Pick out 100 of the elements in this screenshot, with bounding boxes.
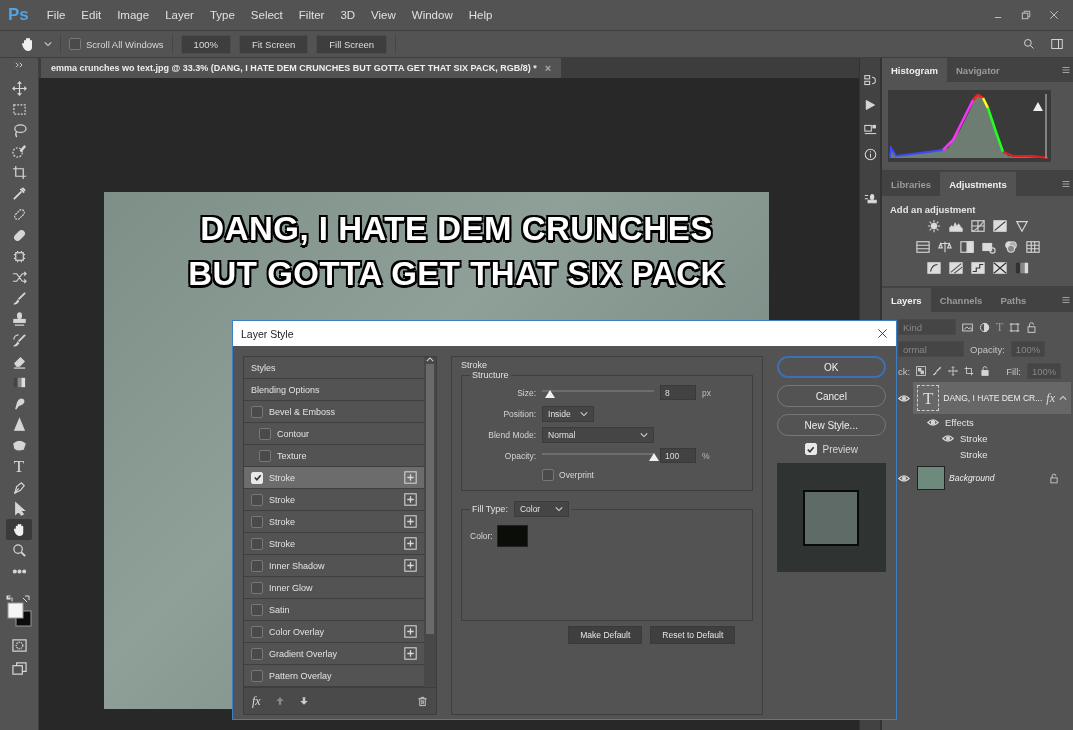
menu-item[interactable]: 3D [332,9,364,21]
play-icon[interactable] [864,99,876,111]
slider-thumb[interactable] [544,389,555,398]
eye-icon[interactable] [942,433,954,443]
dialog-button[interactable]: New Style... [776,414,886,436]
crop-icon[interactable] [964,366,975,376]
curve-grid-icon[interactable] [970,219,985,233]
slider-thumb[interactable] [649,452,660,461]
fx-button[interactable]: fx [252,693,261,709]
panel-tab[interactable]: Adjustments [940,172,1016,196]
shape-filter-icon[interactable] [1009,321,1021,333]
layer-row[interactable]: Background [913,462,1071,494]
slash-square-icon[interactable] [926,261,941,275]
lock-icon[interactable] [1026,321,1038,333]
half-square-icon[interactable] [959,240,974,254]
menu-item[interactable]: Help [460,9,501,21]
properties-icon[interactable] [863,123,877,136]
zoom-icon[interactable] [11,543,27,558]
panel-tab[interactable]: Channels [930,288,992,312]
checkbox[interactable] [251,537,263,550]
clone-source-icon[interactable] [863,193,877,206]
plus-icon[interactable] [404,647,418,660]
caret-up-icon[interactable] [426,357,435,362]
checkbox[interactable] [542,469,555,481]
panel-tab[interactable]: Libraries [882,172,941,196]
checkbox[interactable] [251,581,263,594]
plus-icon[interactable] [404,471,418,484]
eyedropper-icon[interactable] [11,186,27,201]
dialog-button[interactable]: Cancel [776,385,886,407]
style-item[interactable]: Stroke [244,489,425,511]
scales-icon[interactable] [937,240,952,254]
blend-mode-dropdown[interactable]: Normal [542,426,655,443]
zoom-button[interactable]: Fill Screen [316,34,388,54]
color-swatch[interactable] [496,525,528,547]
style-item[interactable]: Styles [244,357,425,379]
panel-menu-icon[interactable] [1062,66,1070,74]
pen-icon[interactable] [11,480,27,495]
bandage-icon[interactable] [11,207,27,222]
menu-item[interactable]: Edit [73,9,110,21]
eraser-icon[interactable] [11,354,27,369]
menu-item[interactable]: View [363,9,404,21]
menu-item[interactable]: Type [201,9,243,21]
panel-tab[interactable]: Histogram [882,58,947,82]
search-icon[interactable] [1023,38,1035,50]
lasso-icon[interactable] [11,123,27,138]
triangle-icon[interactable] [1014,219,1029,233]
panel-menu-icon[interactable] [1062,180,1070,188]
style-item[interactable]: Color Overlay [244,621,425,643]
close-icon[interactable] [877,328,888,339]
eye-icon[interactable] [898,473,910,483]
menu-item[interactable]: File [38,9,74,21]
stamp-icon[interactable] [11,312,27,327]
panel-tab[interactable]: Navigator [947,58,1009,82]
sun-icon[interactable] [926,219,941,233]
history-icon[interactable] [863,74,877,87]
style-item[interactable]: Satin [244,599,425,621]
plus-icon[interactable] [404,537,418,550]
tool-slot[interactable]: T [6,456,32,477]
default-button[interactable]: Make Default [568,626,643,644]
style-item[interactable]: Stroke [244,467,425,489]
camera-icon[interactable] [981,240,996,254]
style-item[interactable]: Inner Glow [244,577,425,599]
circles-icon[interactable] [1003,240,1018,254]
checkbox[interactable] [251,603,263,616]
eye-icon[interactable] [898,393,910,403]
style-item[interactable]: Contour [244,423,425,445]
plus-icon[interactable] [404,559,418,572]
checkbox[interactable] [251,625,263,638]
info-icon[interactable] [863,148,877,161]
style-item[interactable]: Texture [244,445,425,467]
chip-icon[interactable] [11,249,27,264]
scrollbar-thumb[interactable] [426,364,435,634]
panel-menu-icon[interactable] [1062,296,1070,304]
image-filter-icon[interactable] [962,321,973,333]
menu-item[interactable]: Select [242,9,291,21]
position-dropdown[interactable]: Inside [542,405,595,422]
x-square-icon[interactable] [992,261,1007,275]
panel-tab[interactable]: Layers [882,288,931,312]
shuffle-icon[interactable] [11,270,27,285]
eye-icon[interactable] [927,417,939,427]
plus-icon[interactable] [404,515,418,528]
layer-row[interactable]: T DANG, I HATE DEM CR... fx [913,382,1071,414]
gradient-square-icon[interactable] [1014,261,1029,275]
triangle-icon[interactable] [11,417,27,432]
fill-type-dropdown[interactable]: Color [513,501,569,517]
striped-square-icon[interactable] [948,261,963,275]
checkbox[interactable] [251,647,263,660]
menu-item[interactable]: Window [403,9,461,21]
checkbox[interactable] [251,405,263,418]
move-icon[interactable] [948,366,959,376]
style-item[interactable]: Stroke [244,511,425,533]
style-item[interactable]: Blending Options [244,379,425,401]
checkbox[interactable] [251,493,263,506]
arrow-down-icon[interactable] [298,696,309,706]
menu-item[interactable]: Filter [290,9,333,21]
checkbox[interactable] [251,559,263,572]
plus-icon[interactable] [404,625,418,638]
brush-icon[interactable] [11,291,27,306]
checkbox[interactable] [251,515,263,528]
caret-up-icon[interactable] [1059,395,1067,401]
